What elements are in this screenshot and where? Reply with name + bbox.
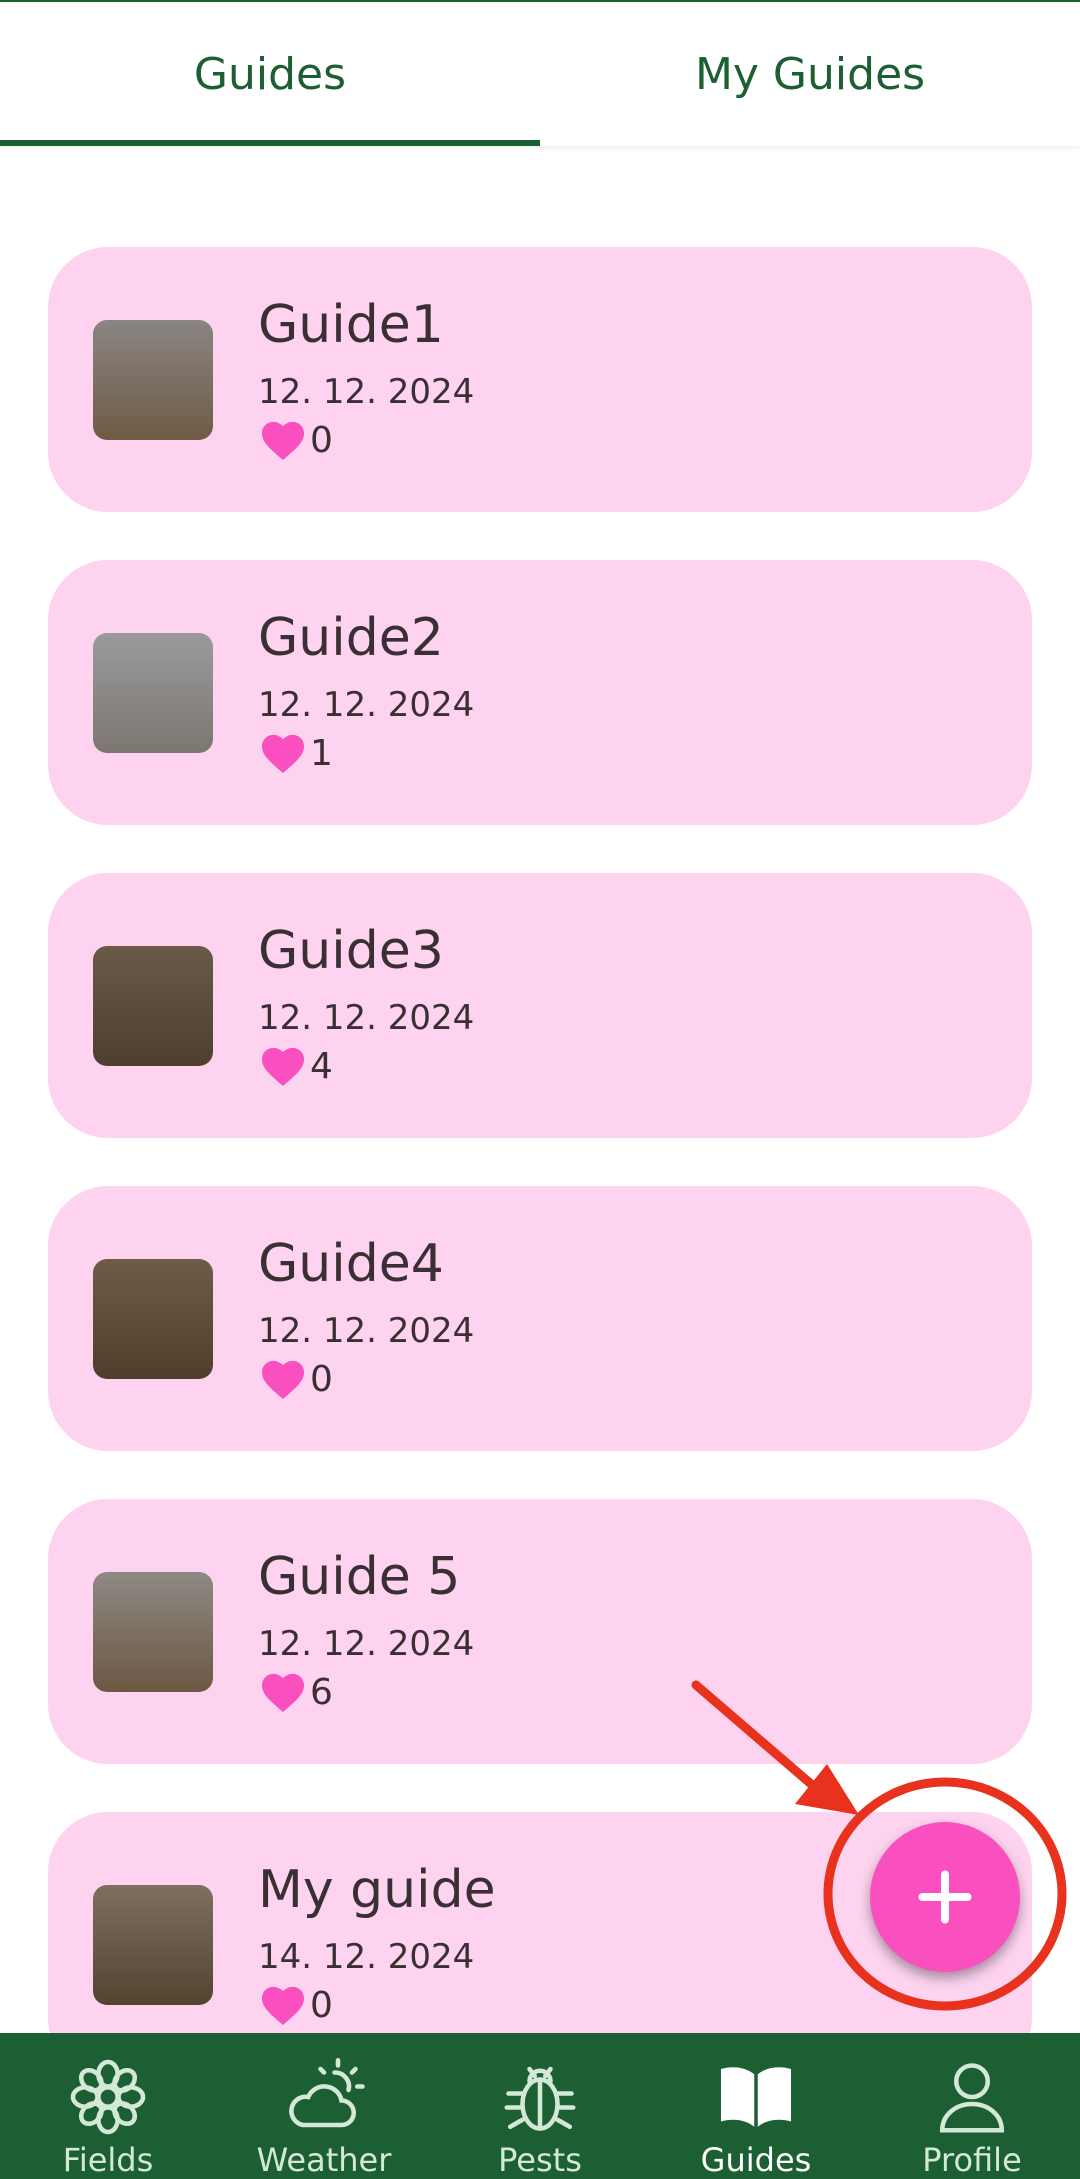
nav-guides[interactable]: Guides <box>648 2033 864 2179</box>
tab-label: My Guides <box>694 48 926 100</box>
guide-title: Guide1 <box>258 295 444 355</box>
flower-icon <box>70 2059 146 2135</box>
guide-title: Guide 5 <box>258 1547 461 1607</box>
guide-date: 12. 12. 2024 <box>258 372 475 412</box>
nav-label: Guides <box>700 2141 812 2179</box>
guide-card[interactable]: Guide 5 12. 12. 2024 6 <box>48 1499 1032 1764</box>
guide-thumbnail <box>93 946 213 1066</box>
guide-card[interactable]: Guide4 12. 12. 2024 0 <box>48 1186 1032 1451</box>
likes-count: 4 <box>310 1045 333 1087</box>
guide-title: Guide2 <box>258 608 444 668</box>
likes-count: 1 <box>310 732 333 774</box>
top-tab-bar: Guides My Guides <box>0 0 1080 146</box>
person-icon <box>939 2063 1005 2133</box>
guide-likes: 1 <box>260 732 333 774</box>
guides-list: Guide1 12. 12. 2024 0 Guide2 12. 12. 202… <box>48 247 1032 2125</box>
likes-count: 6 <box>310 1671 333 1713</box>
guide-thumbnail <box>93 1572 213 1692</box>
partly-cloudy-icon <box>289 2057 365 2128</box>
heart-icon[interactable] <box>260 1671 306 1713</box>
guide-likes: 0 <box>260 1358 333 1400</box>
guide-date: 12. 12. 2024 <box>258 998 475 1038</box>
guide-likes: 0 <box>260 1984 333 2026</box>
guide-thumbnail <box>93 1259 213 1379</box>
guides-screen: Guides My Guides Guide1 12. 12. 2024 0 G… <box>0 0 1080 2179</box>
heart-icon[interactable] <box>260 1045 306 1087</box>
guide-date: 12. 12. 2024 <box>258 685 475 725</box>
guide-title: My guide <box>258 1860 496 1920</box>
guide-title: Guide4 <box>258 1234 444 1294</box>
likes-count: 0 <box>310 1984 333 2026</box>
guide-date: 14. 12. 2024 <box>258 1937 475 1977</box>
heart-icon[interactable] <box>260 419 306 461</box>
tab-guides[interactable]: Guides <box>0 2 540 146</box>
nav-fields[interactable]: Fields <box>0 2033 216 2179</box>
nav-weather[interactable]: Weather <box>216 2033 432 2179</box>
nav-pests[interactable]: Pests <box>432 2033 648 2179</box>
plus-icon <box>918 1870 972 1924</box>
likes-count: 0 <box>310 1358 333 1400</box>
add-guide-button[interactable] <box>870 1822 1020 1972</box>
nav-label: Profile <box>922 2141 1022 2179</box>
guide-likes: 4 <box>260 1045 333 1087</box>
book-icon <box>721 2067 791 2127</box>
bug-icon <box>504 2066 576 2131</box>
guide-card[interactable]: Guide1 12. 12. 2024 0 <box>48 247 1032 512</box>
tab-my-guides[interactable]: My Guides <box>540 2 1080 146</box>
guide-date: 12. 12. 2024 <box>258 1311 475 1351</box>
nav-label: Weather <box>256 2141 392 2179</box>
heart-icon[interactable] <box>260 1984 306 2026</box>
nav-profile[interactable]: Profile <box>864 2033 1080 2179</box>
guide-thumbnail <box>93 320 213 440</box>
guide-thumbnail <box>93 1885 213 2005</box>
nav-label: Pests <box>498 2141 582 2179</box>
guide-likes: 6 <box>260 1671 333 1713</box>
guide-card[interactable]: Guide3 12. 12. 2024 4 <box>48 873 1032 1138</box>
guide-card[interactable]: Guide2 12. 12. 2024 1 <box>48 560 1032 825</box>
heart-icon[interactable] <box>260 1358 306 1400</box>
guide-date: 12. 12. 2024 <box>258 1624 475 1664</box>
guide-likes: 0 <box>260 419 333 461</box>
bottom-navigation: Fields Weather Pests Guides Profile <box>0 2033 1080 2179</box>
guide-thumbnail <box>93 633 213 753</box>
guide-title: Guide3 <box>258 921 444 981</box>
nav-label: Fields <box>62 2141 154 2179</box>
heart-icon[interactable] <box>260 732 306 774</box>
likes-count: 0 <box>310 419 333 461</box>
tab-label: Guides <box>193 48 347 100</box>
